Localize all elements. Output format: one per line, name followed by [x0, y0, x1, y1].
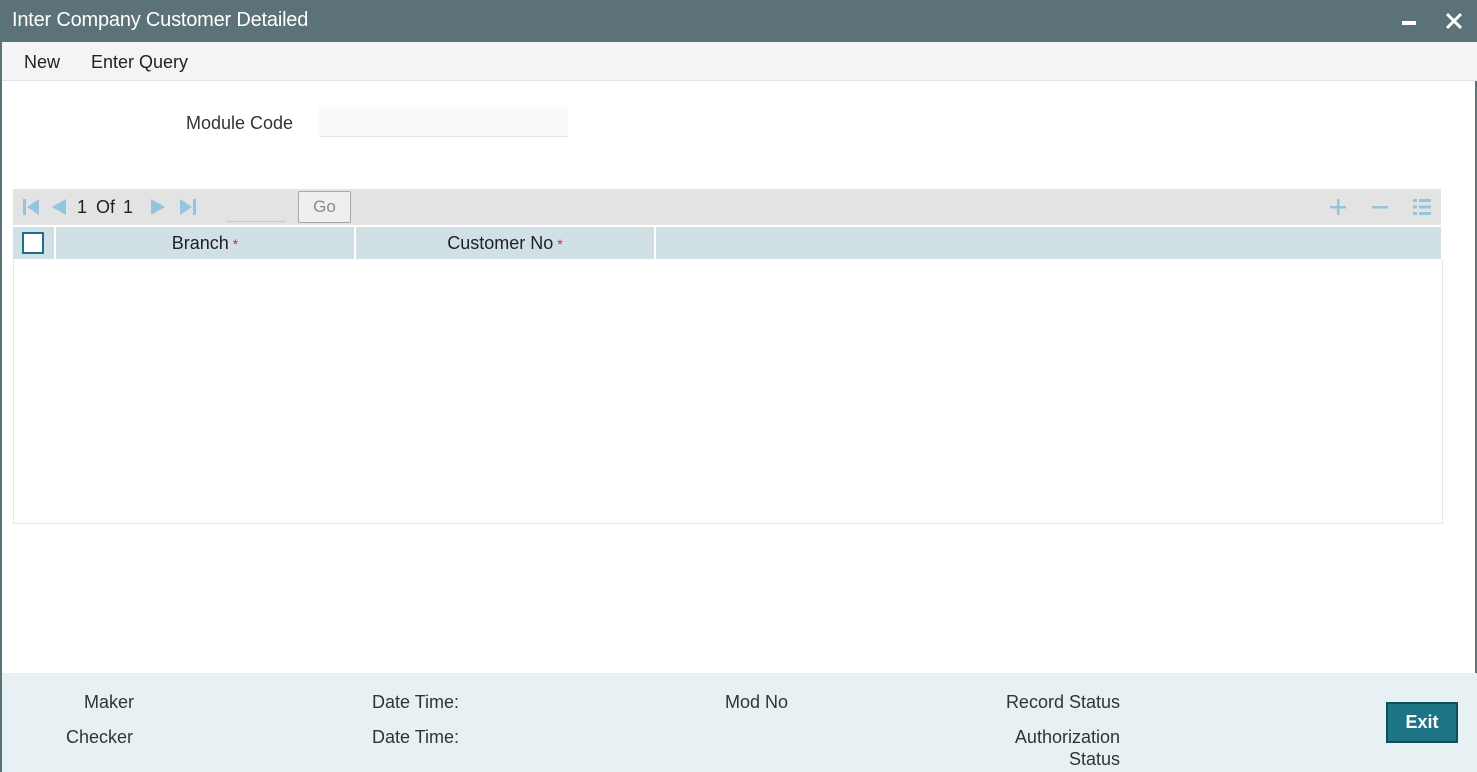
menu-bar: New Enter Query — [2, 42, 1477, 81]
maker-label: Maker — [84, 692, 135, 712]
required-marker: * — [232, 236, 239, 252]
first-page-icon[interactable] — [22, 189, 42, 225]
module-code-label: Module Code — [186, 113, 294, 133]
maker-date-time-label: Date Time: — [372, 692, 460, 712]
column-header-filler — [654, 227, 1441, 259]
list-view-icon[interactable] — [1410, 195, 1434, 219]
mod-no-label: Mod No — [725, 692, 789, 712]
delete-row-icon[interactable] — [1368, 195, 1392, 219]
menu-enter-query[interactable]: Enter Query — [91, 52, 188, 73]
grid-toolbar: 1 Of 1 Go — [13, 189, 1441, 225]
required-marker: * — [557, 236, 563, 252]
grid-body — [13, 259, 1443, 524]
audit-footer — [2, 673, 1477, 772]
column-label: Customer No — [447, 233, 554, 253]
window-title: Inter Company Customer Detailed — [12, 9, 309, 31]
window: Inter Company Customer Detailed New Ente… — [0, 0, 1477, 772]
go-button[interactable]: Go — [298, 191, 351, 223]
exit-button[interactable]: Exit — [1386, 702, 1458, 743]
minimize-icon[interactable] — [1394, 6, 1424, 36]
page-of-label: Of — [96, 197, 116, 217]
prev-page-icon[interactable] — [50, 189, 70, 225]
next-page-icon[interactable] — [149, 189, 169, 225]
checker-date-time-label: Date Time: — [372, 727, 460, 747]
record-status-label: Record Status — [1005, 692, 1120, 712]
column-header-customer-no[interactable]: Customer No * — [354, 227, 654, 259]
page-number-input[interactable] — [226, 194, 286, 222]
column-label: Branch — [171, 233, 229, 253]
menu-new[interactable]: New — [24, 52, 60, 73]
column-header-branch[interactable]: Branch * — [54, 227, 354, 259]
close-icon[interactable] — [1439, 6, 1469, 36]
authorization-status-label: Status — [1068, 749, 1120, 769]
grid-header: Branch * Customer No * — [13, 227, 1441, 259]
last-page-icon[interactable] — [179, 189, 199, 225]
page-current: 1 — [77, 197, 88, 217]
page-total: 1 — [123, 197, 134, 217]
authorization-label: Authorization — [1014, 727, 1120, 747]
select-all-checkbox[interactable] — [22, 232, 44, 254]
checker-label: Checker — [66, 727, 134, 747]
title-bar: Inter Company Customer Detailed — [2, 0, 1477, 42]
module-code-input[interactable] — [319, 105, 568, 137]
add-row-icon[interactable] — [1326, 195, 1350, 219]
